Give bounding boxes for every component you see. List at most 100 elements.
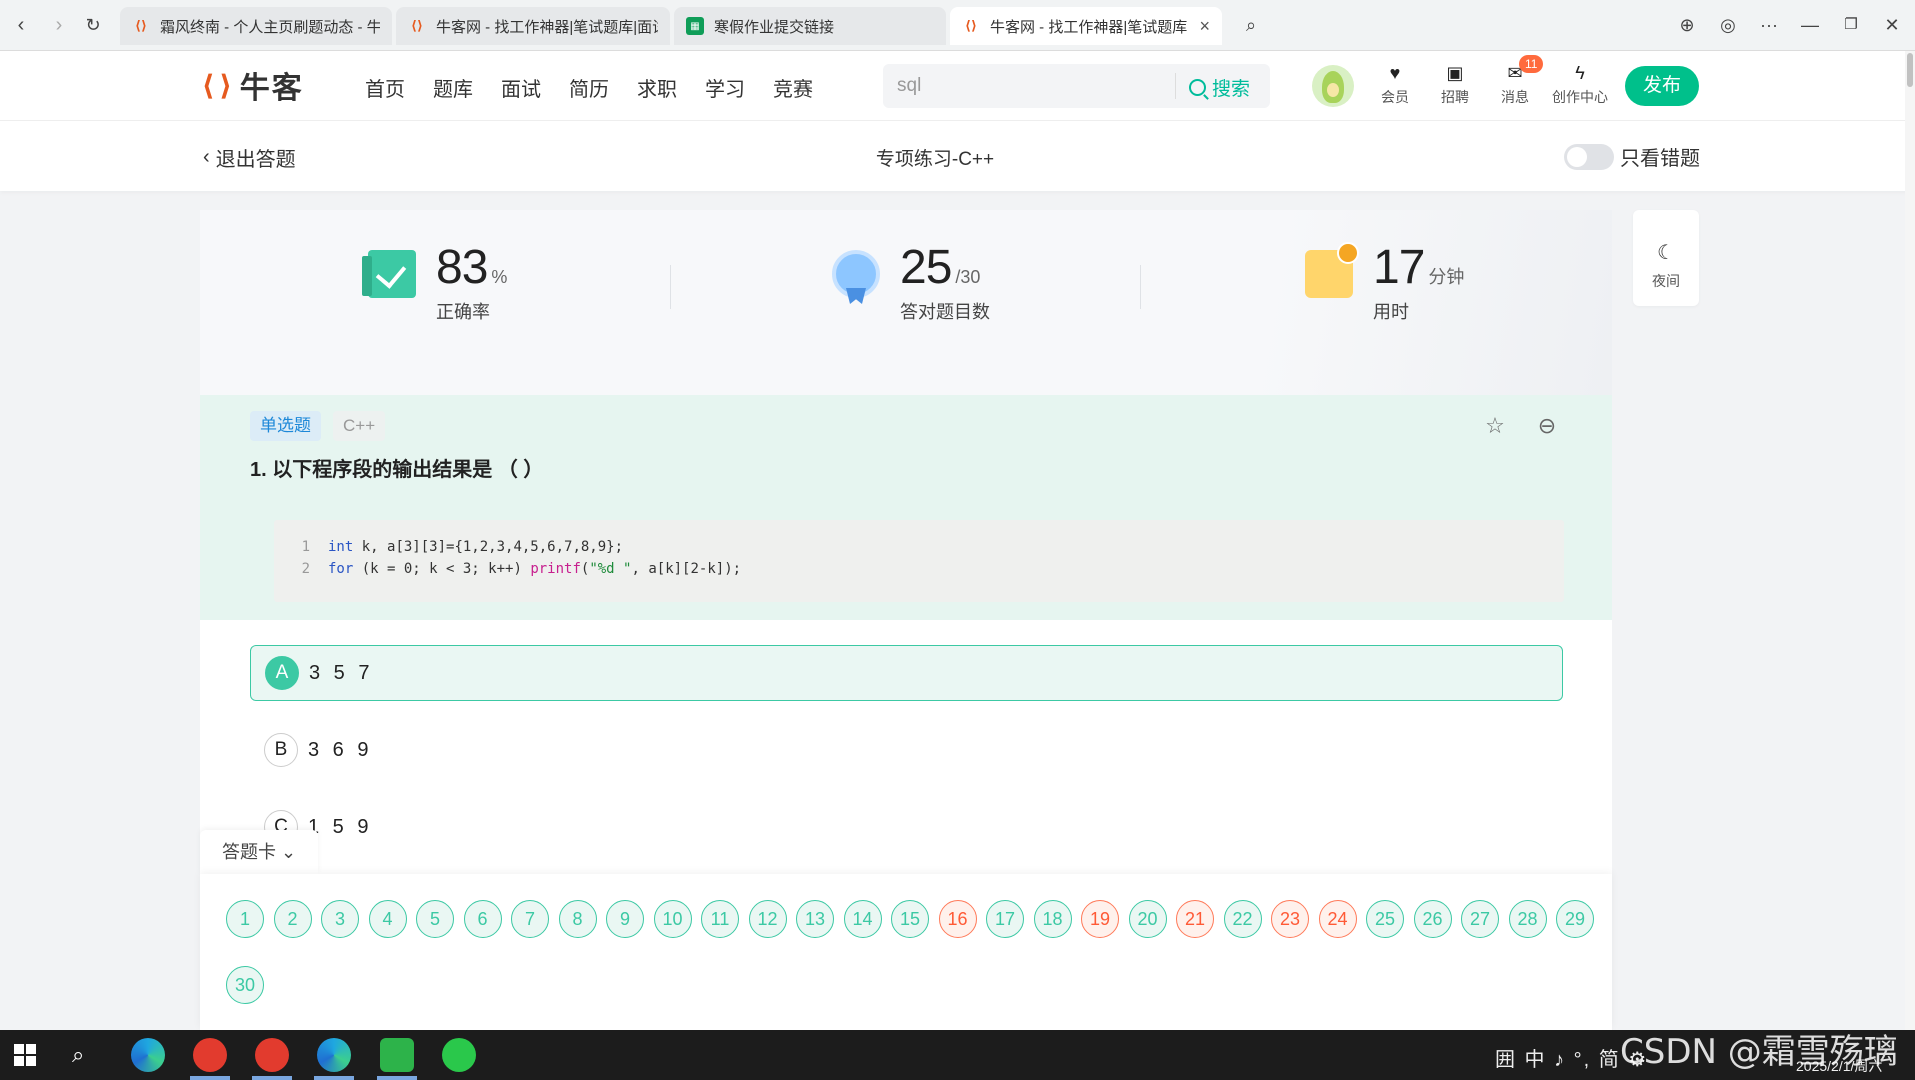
nav-item-resume[interactable]: 简历 <box>569 73 609 102</box>
messages-button[interactable]: ✉ 11 消息 <box>1485 55 1545 107</box>
answer-card-item[interactable]: 26 <box>1413 900 1452 938</box>
answer-card-item[interactable]: 7 <box>511 900 549 938</box>
answer-card-toggle[interactable]: 答题卡 ⌄ <box>200 830 318 874</box>
main-nav: 首页 题库 面试 简历 求职 学习 竞赛 <box>365 73 813 102</box>
app-icon[interactable] <box>193 1038 227 1072</box>
recruit-button[interactable]: ▣ 招聘 <box>1425 61 1485 107</box>
browser-tab[interactable]: ⟨⟩ 牛客网 - 找工作神器|笔试题库|面试 <box>396 7 670 45</box>
clock-icon <box>1305 242 1359 298</box>
nowcoder-icon: ⟨⟩ <box>965 18 977 33</box>
stat-accuracy: 83% 正确率 <box>362 240 507 324</box>
answer-card-item[interactable]: 17 <box>986 900 1024 938</box>
language-tag: C++ <box>333 411 386 441</box>
sheet-icon: ▦ <box>686 17 704 35</box>
answer-card-item[interactable]: 28 <box>1508 900 1547 938</box>
answer-card-item[interactable]: 6 <box>463 900 502 938</box>
answer-card-item[interactable]: 13 <box>796 900 834 938</box>
search-input[interactable] <box>883 64 1163 108</box>
restore-icon[interactable]: ❐ <box>1838 12 1864 38</box>
answer-card-item[interactable]: 11 <box>701 900 739 938</box>
answer-card-item[interactable]: 20 <box>1128 900 1167 938</box>
member-button[interactable]: ♥ 会员 <box>1365 61 1425 107</box>
search-icon[interactable]: ⌕ <box>1238 12 1264 38</box>
stat-time: 17 分钟 用时 <box>1305 240 1464 324</box>
browser-tab[interactable]: ▦ 寒假作业提交链接 <box>674 7 946 45</box>
stat-divider <box>1140 265 1141 309</box>
search-box: 搜索 <box>883 64 1270 108</box>
windows-start-icon[interactable] <box>14 1044 36 1066</box>
nav-item-learn[interactable]: 学习 <box>705 73 745 102</box>
vip-icon: ♥ <box>1389 63 1401 83</box>
nav-item-contest[interactable]: 竞赛 <box>773 73 813 102</box>
answer-card-item[interactable]: 9 <box>606 900 644 938</box>
result-stats: 83% 正确率 25/30 答对题目数 17 分钟 用时 <box>200 210 1612 395</box>
nav-item-question-bank[interactable]: 题库 <box>433 73 473 102</box>
night-mode-button[interactable]: ☾ 夜间 <box>1633 210 1699 306</box>
more-icon[interactable]: ··· <box>1756 12 1782 38</box>
taskbar-search-icon[interactable]: ⌕ <box>72 1042 84 1068</box>
answer-card-item[interactable]: 30 <box>226 966 264 1004</box>
answer-card-item[interactable]: 23 <box>1271 900 1309 938</box>
answer-card-item[interactable]: 24 <box>1318 900 1357 938</box>
answer-card-item[interactable]: 3 <box>321 900 359 938</box>
stat-correct: 25/30 答对题目数 <box>832 240 990 324</box>
answer-card-item[interactable]: 27 <box>1461 900 1499 938</box>
stat-divider <box>670 265 671 309</box>
creator-center-button[interactable]: ϟ 创作中心 <box>1545 61 1615 107</box>
code-line: 2 for (k = 0; k < 3; k++) printf("%d ", … <box>301 561 742 577</box>
answer-card-item[interactable]: 16 <box>938 900 977 938</box>
answer-card-item[interactable]: 4 <box>368 900 407 938</box>
answer-card-item[interactable]: 10 <box>653 900 692 938</box>
option-a[interactable]: A 3 5 7 <box>250 645 1563 701</box>
globe-icon[interactable]: ◎ <box>1715 12 1741 38</box>
answer-card-item[interactable]: 2 <box>273 900 312 938</box>
chat-app-icon[interactable] <box>380 1038 414 1072</box>
scrollbar[interactable] <box>1905 51 1915 1030</box>
reload-icon[interactable]: ↻ <box>80 12 106 38</box>
download-icon[interactable]: ⊕ <box>1674 12 1700 38</box>
answer-card-item[interactable]: 15 <box>891 900 929 938</box>
messages-badge: 11 <box>1519 55 1544 73</box>
scrollbar-thumb[interactable] <box>1907 53 1913 87</box>
nav-item-jobs[interactable]: 求职 <box>637 73 677 102</box>
question-type-tag: 单选题 <box>250 411 321 441</box>
answer-card-item[interactable]: 18 <box>1033 900 1072 938</box>
option-b[interactable]: B 3 6 9 <box>250 722 1563 778</box>
forward-icon[interactable]: › <box>46 12 72 38</box>
edge-icon[interactable] <box>131 1038 165 1072</box>
publish-button[interactable]: 发布 <box>1625 66 1699 106</box>
answer-card-item[interactable]: 1 <box>226 900 264 938</box>
answer-card-item[interactable]: 25 <box>1366 900 1404 938</box>
site-header: ⟨⟩ 牛客 首页 题库 面试 简历 求职 学习 竞赛 搜索 ♥ 会员 ▣ 招聘 … <box>0 51 1915 121</box>
lightning-icon: ϟ <box>1575 63 1585 83</box>
avatar[interactable] <box>1312 65 1354 107</box>
answer-card-item[interactable]: 12 <box>748 900 787 938</box>
answer-card-item[interactable]: 8 <box>558 900 597 938</box>
answer-card-item[interactable]: 19 <box>1081 900 1119 938</box>
answer-card-item[interactable]: 14 <box>843 900 882 938</box>
answer-card-item[interactable]: 5 <box>416 900 454 938</box>
search-button[interactable]: 搜索 <box>1188 74 1250 101</box>
app-icon[interactable] <box>255 1038 289 1072</box>
answer-card-item[interactable]: 21 <box>1176 900 1214 938</box>
edge-icon[interactable] <box>317 1038 351 1072</box>
browser-tab[interactable]: ⟨⟩ 霜风终南 - 个人主页刷题动态 - 牛 <box>120 7 392 45</box>
nav-item-interview[interactable]: 面试 <box>501 73 541 102</box>
star-icon[interactable]: ☆ <box>1482 413 1508 439</box>
toggle-switch[interactable] <box>1564 143 1614 170</box>
window-close-icon[interactable]: ✕ <box>1879 12 1905 38</box>
question-panel: 单选题 C++ ☆ ⊖ 1. 以下程序段的输出结果是 （ ） 1 int k, … <box>200 395 1612 620</box>
minus-circle-icon[interactable]: ⊖ <box>1534 413 1560 439</box>
wechat-icon[interactable] <box>442 1038 476 1072</box>
back-icon[interactable]: ‹ <box>8 12 34 38</box>
option-c[interactable]: C 1 5 9 <box>250 799 1563 855</box>
nav-item-home[interactable]: 首页 <box>365 73 405 102</box>
search-divider <box>1175 73 1176 99</box>
wrong-only-toggle[interactable]: 只看错题 <box>1564 142 1700 171</box>
minimize-icon[interactable]: — <box>1797 12 1823 38</box>
answer-card-item[interactable]: 22 <box>1223 900 1262 938</box>
logo[interactable]: ⟨⟩ 牛客 <box>200 65 304 106</box>
answer-card-item[interactable]: 29 <box>1556 900 1594 938</box>
browser-tab-active[interactable]: ⟨⟩ 牛客网 - 找工作神器|笔试题库 × <box>950 7 1222 45</box>
close-icon[interactable]: × <box>1191 16 1210 37</box>
